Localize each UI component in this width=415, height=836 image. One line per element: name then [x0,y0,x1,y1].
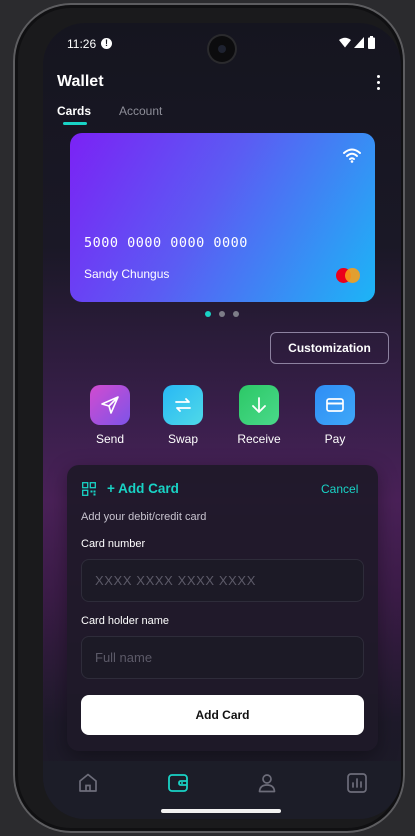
card-icon [315,385,355,425]
customization-button[interactable]: Customization [270,332,389,364]
card-number-label: Card number [81,538,146,550]
pay-label: Pay [324,432,346,446]
carousel-dot[interactable] [233,311,239,317]
signal-icon [354,37,364,48]
screen: 11:26 ! Wallet Cards Account 5000 0000 0… [43,23,401,819]
carousel-dot[interactable] [219,311,225,317]
active-tab-indicator [63,122,87,125]
tab-cards[interactable]: Cards [57,104,91,118]
send-icon [90,385,130,425]
receive-label: Receive [237,432,281,446]
send-action[interactable]: Send [80,385,140,446]
payment-card[interactable]: 5000 0000 0000 0000 Sandy Chungus [70,133,375,302]
alert-icon: ! [101,38,112,49]
carousel-dot[interactable] [205,311,211,317]
home-icon[interactable] [76,771,100,795]
wifi-icon [343,148,361,163]
receive-action[interactable]: Receive [229,385,289,446]
home-indicator[interactable] [161,809,281,813]
cancel-button[interactable]: Cancel [321,482,358,496]
more-menu-icon[interactable] [371,74,385,92]
card-number: 5000 0000 0000 0000 [84,235,248,251]
send-label: Send [95,432,125,446]
swap-icon [163,385,203,425]
phone-frame: 11:26 ! Wallet Cards Account 5000 0000 0… [13,3,405,833]
stats-icon[interactable] [345,771,369,795]
profile-icon[interactable] [255,771,279,795]
receive-icon [239,385,279,425]
front-camera [209,36,235,62]
qr-code-icon[interactable] [82,482,96,496]
add-card-subtitle: Add your debit/credit card [81,511,207,523]
battery-icon [368,36,375,49]
status-time: 11:26 [67,37,97,51]
wifi-status-icon [339,37,351,48]
add-card-panel: + Add Card Cancel Add your debit/credit … [67,465,378,751]
add-card-title[interactable]: + Add Card [107,481,179,496]
card-holder-name: Sandy Chungus [84,267,170,281]
page-title: Wallet [57,73,104,90]
tab-account[interactable]: Account [119,104,162,118]
card-number-input[interactable] [81,559,364,602]
pay-action[interactable]: Pay [305,385,365,446]
swap-label: Swap [167,432,199,446]
wallet-icon[interactable] [166,771,190,795]
swap-action[interactable]: Swap [153,385,213,446]
carousel-dots [205,311,239,317]
add-card-button[interactable]: Add Card [81,695,364,735]
card-holder-label: Card holder name [81,615,170,627]
mastercard-logo [336,268,362,284]
card-holder-input[interactable] [81,636,364,679]
